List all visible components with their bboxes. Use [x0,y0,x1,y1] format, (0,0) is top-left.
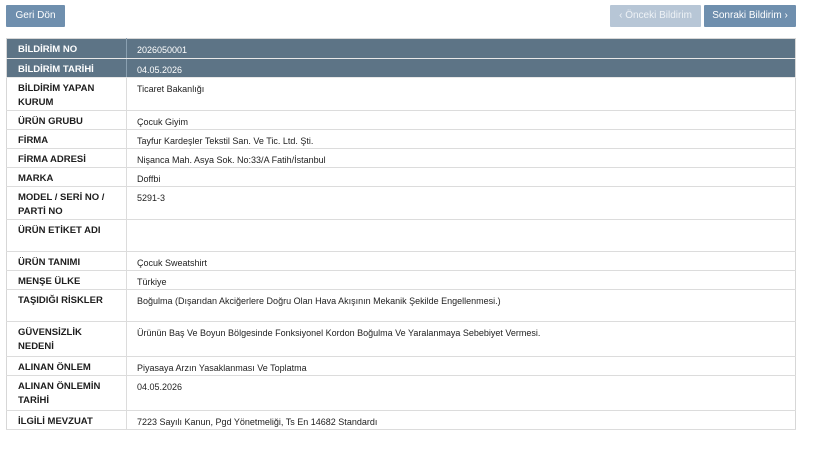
detail-value: 2026050001 [126,38,796,59]
previous-notification-button[interactable]: ‹ Önceki Bildirim [610,5,701,27]
detail-label: İLGİLİ MEVZUAT [6,410,127,430]
detail-label: ALINAN ÖNLEMİN TARİHİ [6,375,127,411]
detail-row: TAŞIDIĞI RİSKLER Boğulma (Dışarıdan Akciğ… [6,289,796,322]
detail-label: ÜRÜN TANIMI [6,251,127,271]
detail-value: Ürünün Baş Ve Boyun Bölgesinde Fonksiyon… [126,321,796,357]
detail-value: 7223 Sayılı Kanun, Pgd Yönetmeliği, Ts E… [126,410,796,430]
next-notification-button[interactable]: Sonraki Bildirim › [704,5,796,27]
detail-value: Çocuk Sweatshirt [126,251,796,271]
detail-label: FİRMA ADRESİ [6,148,127,168]
detail-label: BİLDİRİM NO [6,38,127,59]
detail-label: MARKA [6,167,127,187]
detail-row: BİLDİRİM NO 2026050001 [6,38,796,59]
detail-value [126,219,796,252]
detail-row: ÜRÜN ETİKET ADI [6,219,796,252]
back-button[interactable]: Geri Dön [6,5,65,27]
detail-label: BİLDİRİM YAPAN KURUM [6,77,127,111]
notification-details-table: BİLDİRİM NO 2026050001 BİLDİRİM TARİHİ 04.0… [6,38,796,430]
detail-row: GÜVENSİZLİK NEDENİ Ürünün Baş Ve Boyun Bö… [6,321,796,357]
detail-row: İLGİLİ MEVZUAT 7223 Sayılı Kanun, Pgd Yön… [6,410,796,430]
detail-row: FİRMA Tayfur Kardeşler Tekstil San. Ve Ti… [6,129,796,149]
detail-row: MARKA Doffbi [6,167,796,187]
previous-notification-label: Önceki Bildirim [625,10,692,21]
detail-row: ALINAN ÖNLEM Piyasaya Arzın Yasaklanması … [6,356,796,376]
detail-label: TAŞIDIĞI RİSKLER [6,289,127,322]
detail-label: MENŞE ÜLKE [6,270,127,290]
next-notification-label: Sonraki Bildirim [712,10,782,21]
detail-value: 04.05.2026 [126,58,796,78]
detail-value: Ticaret Bakanlığı [126,77,796,111]
detail-value: Piyasaya Arzın Yasaklanması Ve Toplatma [126,356,796,376]
detail-value: Çocuk Giyim [126,110,796,130]
detail-row: ÜRÜN TANIMI Çocuk Sweatshirt [6,251,796,271]
detail-label: GÜVENSİZLİK NEDENİ [6,321,127,357]
detail-label: ALINAN ÖNLEM [6,356,127,376]
chevron-right-icon: › [784,10,788,21]
detail-label: MODEL / SERİ NO / PARTİ NO [6,186,127,220]
detail-label: FİRMA [6,129,127,149]
detail-row: ALINAN ÖNLEMİN TARİHİ 04.05.2026 [6,375,796,411]
detail-row: ÜRÜN GRUBU Çocuk Giyim [6,110,796,130]
detail-value: Boğulma (Dışarıdan Akciğerlere Doğru Ola… [126,289,796,322]
detail-value: Türkiye [126,270,796,290]
detail-value: Nişanca Mah. Asya Sok. No:33/A Fatih/İst… [126,148,796,168]
detail-value: 04.05.2026 [126,375,796,411]
detail-value: Doffbi [126,167,796,187]
detail-label: BİLDİRİM TARİHİ [6,58,127,78]
chevron-left-icon: ‹ [619,10,623,21]
detail-label: ÜRÜN GRUBU [6,110,127,130]
detail-label: ÜRÜN ETİKET ADI [6,219,127,252]
back-button-label: Geri Dön [15,10,56,21]
detail-row: BİLDİRİM YAPAN KURUM Ticaret Bakanlığı [6,77,796,111]
detail-row: MENŞE ÜLKE Türkiye [6,270,796,290]
detail-value: Tayfur Kardeşler Tekstil San. Ve Tic. Lt… [126,129,796,149]
details-table-body: BİLDİRİM NO 2026050001 BİLDİRİM TARİHİ 04.0… [6,38,796,430]
detail-row: BİLDİRİM TARİHİ 04.05.2026 [6,58,796,78]
notification-detail-page: Geri Dön ‹ Önceki Bildirim Sonraki Bildi… [0,0,820,454]
detail-row: FİRMA ADRESİ Nişanca Mah. Asya Sok. No:33… [6,148,796,168]
detail-value: 5291-3 [126,186,796,220]
detail-row: MODEL / SERİ NO / PARTİ NO 5291-3 [6,186,796,220]
